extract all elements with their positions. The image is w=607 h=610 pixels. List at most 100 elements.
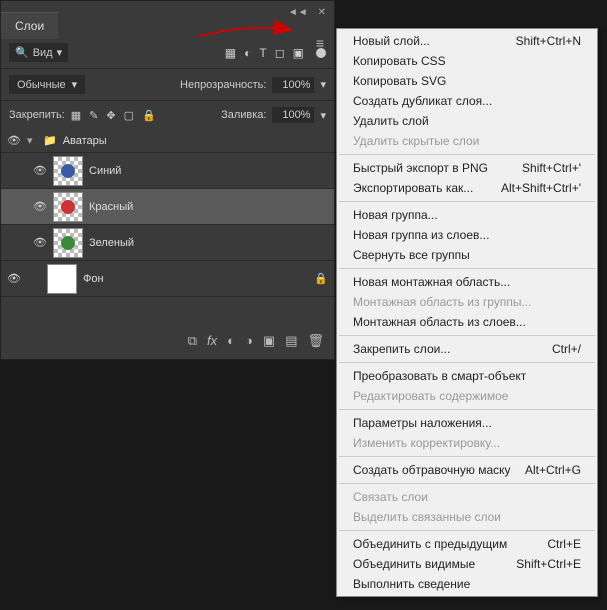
panel-menu-button[interactable]: ≡	[310, 33, 330, 53]
menu-separator	[339, 268, 595, 269]
menu-item-label: Объединить видимые	[353, 557, 475, 571]
new-layer-icon[interactable]: ▤	[285, 333, 297, 349]
menu-item-label: Объединить с предыдущим	[353, 537, 507, 551]
menu-item-label: Копировать SVG	[353, 74, 446, 88]
adjustment-icon[interactable]: ◑	[245, 333, 253, 349]
menu-item-label: Закрепить слои...	[353, 342, 450, 356]
group-icon[interactable]: ▣	[263, 333, 275, 349]
menu-item[interactable]: Новая группа...	[337, 205, 597, 225]
menu-separator	[339, 335, 595, 336]
layer-thumbnail[interactable]	[53, 228, 83, 258]
filter-adjustment-icon[interactable]: ◐	[244, 46, 251, 60]
link-icon[interactable]: ⧉	[188, 333, 197, 349]
fill-label: Заливка:	[221, 109, 266, 121]
menu-item-label: Преобразовать в смарт-объект	[353, 369, 526, 383]
menu-item[interactable]: Монтажная область из слоев...	[337, 312, 597, 332]
chevron-down-icon[interactable]: ▾	[320, 78, 326, 91]
menu-item-label: Удалить скрытые слои	[353, 134, 479, 148]
menu-item[interactable]: Новая монтажная область...	[337, 272, 597, 292]
filter-pixel-icon[interactable]: ▦	[225, 46, 236, 60]
chevron-down-icon[interactable]: ▾	[320, 109, 326, 122]
menu-item-label: Монтажная область из слоев...	[353, 315, 526, 329]
visibility-icon[interactable]: 👁	[33, 164, 47, 177]
filter-type-dropdown[interactable]: 🔍 Вид ▾	[9, 43, 68, 62]
menu-item[interactable]: Создать обтравочную маскуAlt+Ctrl+G	[337, 460, 597, 480]
tab-layers[interactable]: Слои	[1, 12, 58, 39]
menu-item-shortcut: Alt+Shift+Ctrl+'	[501, 181, 581, 195]
menu-item[interactable]: Новая группа из слоев...	[337, 225, 597, 245]
layer-name[interactable]: Аватары	[63, 135, 328, 147]
layer-name[interactable]: Фон	[83, 273, 308, 285]
menu-item[interactable]: Параметры наложения...	[337, 413, 597, 433]
menu-item-label: Создать дубликат слоя...	[353, 94, 492, 108]
layer-row[interactable]: 👁 Красный	[1, 189, 334, 225]
fx-icon[interactable]: fx	[207, 333, 217, 349]
menu-item-label: Параметры наложения...	[353, 416, 492, 430]
menu-item[interactable]: Копировать CSS	[337, 51, 597, 71]
layer-thumbnail[interactable]	[53, 192, 83, 222]
menu-item[interactable]: Копировать SVG	[337, 71, 597, 91]
layers-panel: ◄◄ ✕ Слои ≡ 🔍 Вид ▾ ▦ ◐ T ◻ ▣ Обычные ▾ …	[0, 0, 335, 360]
menu-item-shortcut: Shift+Ctrl+E	[516, 557, 581, 571]
filter-shape-icon[interactable]: ◻	[275, 46, 285, 60]
menu-item[interactable]: Удалить слой	[337, 111, 597, 131]
visibility-icon[interactable]: 👁	[33, 200, 47, 213]
opacity-label: Непрозрачность:	[180, 79, 266, 91]
layer-row[interactable]: 👁 Синий	[1, 153, 334, 189]
menu-item[interactable]: Новый слой...Shift+Ctrl+N	[337, 31, 597, 51]
fill-input[interactable]: 100%	[272, 107, 314, 123]
collapse-icon[interactable]: ◄◄	[284, 5, 312, 20]
close-icon[interactable]: ✕	[314, 5, 330, 20]
menu-item-label: Копировать CSS	[353, 54, 446, 68]
lock-artboard-icon[interactable]: ▢	[124, 109, 134, 122]
menu-item: Редактировать содержимое	[337, 386, 597, 406]
layer-name[interactable]: Синий	[89, 165, 328, 177]
lock-position-icon[interactable]: ✥	[106, 109, 115, 122]
layer-name[interactable]: Зеленый	[89, 237, 328, 249]
menu-item[interactable]: Экспортировать как... Alt+Shift+Ctrl+'	[337, 178, 597, 198]
delete-icon[interactable]: 🗑	[307, 333, 324, 349]
menu-item[interactable]: Объединить с предыдущимCtrl+E	[337, 534, 597, 554]
layer-name[interactable]: Красный	[89, 201, 328, 213]
lock-pixels-icon[interactable]: ✎	[89, 109, 98, 122]
blend-mode-dropdown[interactable]: Обычные ▾	[9, 75, 85, 94]
menu-separator	[339, 456, 595, 457]
menu-item[interactable]: Выполнить сведение	[337, 574, 597, 594]
menu-separator	[339, 483, 595, 484]
blend-opacity-row: Обычные ▾ Непрозрачность: 100% ▾	[1, 69, 334, 101]
visibility-icon[interactable]: 👁	[7, 134, 21, 147]
menu-item: Монтажная область из группы...	[337, 292, 597, 312]
filter-smart-icon[interactable]: ▣	[293, 46, 304, 60]
menu-item[interactable]: Создать дубликат слоя...	[337, 91, 597, 111]
menu-item[interactable]: Быстрый экспорт в PNGShift+Ctrl+'	[337, 158, 597, 178]
lock-label: Закрепить:	[9, 109, 65, 121]
lock-transparency-icon[interactable]: ▦	[71, 109, 81, 122]
menu-item[interactable]: Преобразовать в смарт-объект	[337, 366, 597, 386]
menu-item[interactable]: Объединить видимые Shift+Ctrl+E	[337, 554, 597, 574]
layer-group[interactable]: 👁 ▾ 📁 Аватары	[1, 129, 334, 153]
layers-panel-menu: Новый слой...Shift+Ctrl+N Копировать CSS К…	[336, 28, 598, 597]
layer-row[interactable]: 👁 Зеленый	[1, 225, 334, 261]
menu-item[interactable]: Закрепить слои...Ctrl+/	[337, 339, 597, 359]
menu-item: Связать слои	[337, 487, 597, 507]
lock-all-icon[interactable]: 🔒	[142, 109, 156, 122]
chevron-down-icon: ▾	[57, 46, 63, 59]
visibility-icon[interactable]: 👁	[33, 236, 47, 249]
menu-item-label: Экспортировать как...	[353, 181, 473, 195]
layer-thumbnail[interactable]	[47, 264, 77, 294]
mask-icon[interactable]: ◐	[227, 333, 235, 349]
menu-item-label: Свернуть все группы	[353, 248, 470, 262]
menu-item-label: Новая группа...	[353, 208, 438, 222]
menu-item-label: Выделить связанные слои	[353, 510, 501, 524]
filter-type-icon[interactable]: T	[259, 46, 266, 60]
menu-item-label: Выполнить сведение	[353, 577, 470, 591]
layer-thumbnail[interactable]	[53, 156, 83, 186]
menu-item[interactable]: Свернуть все группы	[337, 245, 597, 265]
opacity-input[interactable]: 100%	[272, 77, 314, 93]
layer-row[interactable]: 👁 Фон 🔒	[1, 261, 334, 297]
search-icon: 🔍	[15, 46, 29, 59]
visibility-icon[interactable]: 👁	[7, 272, 21, 285]
chevron-down-icon: ▾	[72, 78, 78, 91]
lock-icon[interactable]: 🔒	[314, 272, 328, 285]
chevron-down-icon[interactable]: ▾	[27, 134, 37, 147]
